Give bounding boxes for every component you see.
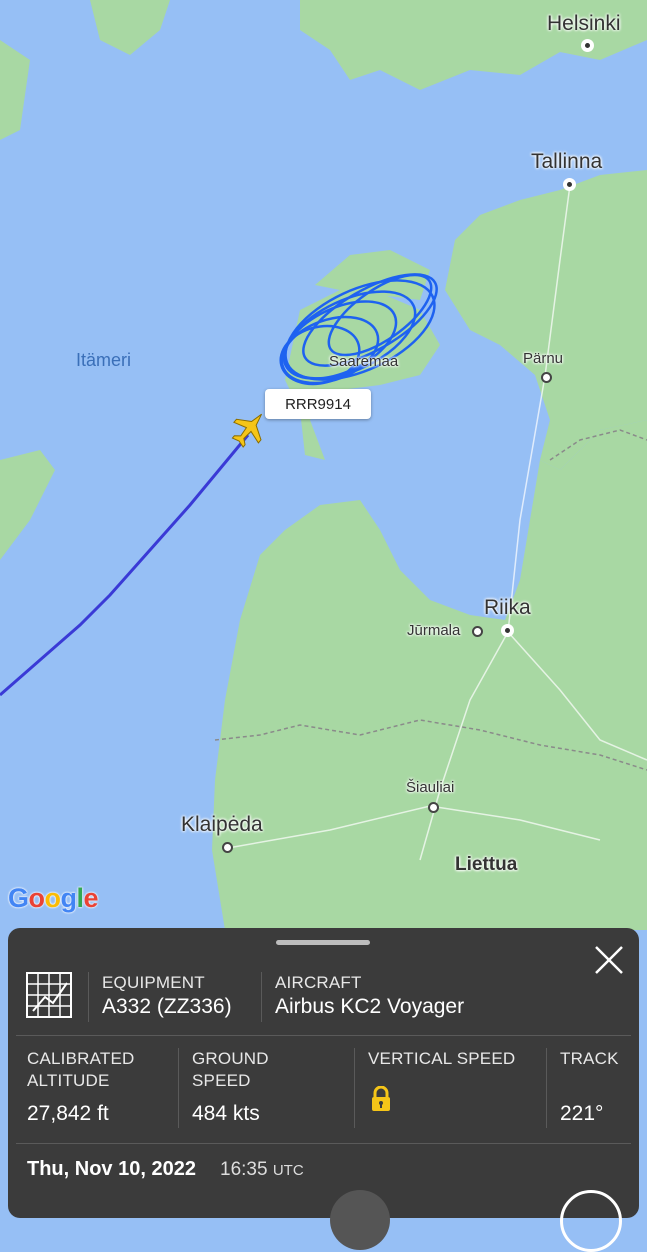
flight-callsign-label[interactable]: RRR9914 [265,389,371,419]
lock-icon[interactable] [371,1086,391,1112]
city-marker-klaipeda [222,842,233,853]
flight-time: 16:35 UTC [220,1159,304,1181]
ground-speed-label-line1: GROUND [192,1049,269,1068]
vertical-speed-label: VERTICAL SPEED [368,1049,516,1068]
flight-date: Thu, Nov 10, 2022 [27,1158,196,1180]
city-label-siauliai: Šiauliai [406,779,455,796]
city-label-tallinna: Tallinna [531,150,603,173]
flight-timezone: UTC [272,1162,304,1179]
aircraft-label: AIRCRAFT [275,973,362,992]
calibrated-altitude-label-line2: ALTITUDE [27,1071,110,1090]
ground-speed-label-line2: SPEED [192,1071,251,1090]
city-marker-jurmala [472,626,483,637]
city-marker-tallinna [565,180,574,189]
island-label-saaremaa: Saaremaa [329,353,399,370]
action-button-right[interactable] [560,1190,622,1252]
sea-label: Itämeri [76,350,132,370]
track-label: TRACK [560,1049,619,1068]
track-value: 221° [560,1102,604,1125]
flight-time-value: 16:35 [220,1159,268,1180]
action-button-left[interactable] [330,1190,390,1250]
ground-speed-value: 484 kts [192,1102,260,1125]
city-label-parnu: Pärnu [523,350,564,367]
city-marker-helsinki [583,41,592,50]
google-logo: Google [8,883,99,913]
aircraft-value: Airbus KC2 Voyager [275,995,465,1018]
drag-handle[interactable] [276,940,370,945]
equipment-icon [26,972,72,1018]
equipment-value: A332 (ZZ336) [102,995,232,1018]
country-label: Liettua [455,854,518,875]
city-label-helsinki: Helsinki [547,12,621,35]
city-marker-parnu [541,372,552,383]
equipment-label: EQUIPMENT [102,973,205,992]
city-marker-riika [503,626,512,635]
calibrated-altitude-label-line1: CALIBRATED [27,1049,135,1068]
city-label-jurmala: Jūrmala [407,622,461,639]
flight-info-panel[interactable]: EQUIPMENT A332 (ZZ336) AIRCRAFT Airbus K… [8,928,639,1252]
calibrated-altitude-value: 27,842 ft [27,1102,109,1125]
city-label-klaipeda: Klaipėda [181,813,263,836]
city-marker-siauliai [428,802,439,813]
city-label-riika: Riika [484,596,531,619]
close-icon[interactable] [590,941,628,979]
